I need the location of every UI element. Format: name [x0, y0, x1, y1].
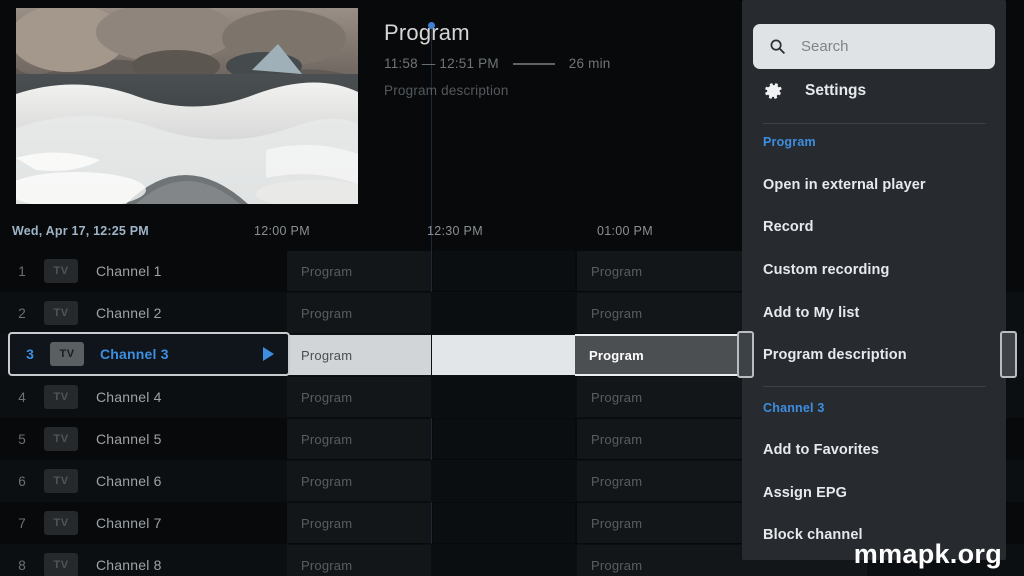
rapids-image: [16, 8, 358, 204]
channel-logo-icon: TV: [44, 427, 78, 451]
menu-item-label: Settings: [805, 82, 867, 99]
watermark: mmapk.org: [853, 539, 1002, 569]
program-meta: 11:58 — 12:51 PM 26 min: [384, 56, 724, 71]
program-cell[interactable]: [433, 461, 575, 501]
search-placeholder: Search: [801, 38, 849, 55]
video-preview[interactable]: [16, 8, 358, 204]
program-cell-playing-next[interactable]: [432, 335, 575, 375]
meta-separator-line: [512, 62, 555, 65]
current-date-label: Wed, Apr 17, 12:25 PM: [12, 224, 149, 238]
program-cell[interactable]: [433, 545, 575, 576]
program-time-range: 11:58 — 12:51 PM: [384, 56, 499, 71]
channel-logo-icon: TV: [44, 385, 78, 409]
menu-item-assign-epg[interactable]: Assign EPG: [763, 485, 847, 501]
program-cell[interactable]: [433, 293, 575, 333]
channel-logo-icon: TV: [44, 301, 78, 325]
menu-item-add-to-my-list[interactable]: Add to My list: [763, 305, 859, 321]
program-title: Program: [384, 20, 470, 45]
search-icon: [770, 39, 785, 54]
menu-item-add-to-favorites[interactable]: Add to Favorites: [763, 442, 879, 458]
time-tick: 01:00 PM: [597, 224, 653, 238]
channel-logo-icon: TV: [44, 259, 78, 283]
channel-number: 6: [18, 473, 26, 489]
menu-divider: [763, 386, 986, 387]
channel-logo-icon: TV: [44, 511, 78, 535]
channel-number: 5: [18, 431, 26, 447]
channel-logo-icon: TV: [44, 553, 78, 576]
gear-icon: [765, 83, 782, 99]
program-cell-playing[interactable]: Program: [287, 335, 431, 375]
channel-number: 1: [18, 263, 26, 279]
channel-number: 8: [18, 557, 26, 573]
context-menu-panel: Search Settings Program Open in external…: [742, 0, 1006, 560]
program-cell[interactable]: [433, 419, 575, 459]
channel-name: Channel 3: [100, 346, 169, 362]
program-cell[interactable]: Program: [287, 377, 431, 417]
program-cell[interactable]: Program: [287, 293, 431, 333]
menu-section-header-channel: Channel 3: [763, 401, 825, 415]
search-input[interactable]: Search: [753, 24, 995, 69]
program-cell[interactable]: [433, 503, 575, 543]
program-cell[interactable]: Program: [287, 251, 431, 291]
menu-item-custom-recording[interactable]: Custom recording: [763, 262, 889, 278]
program-cell[interactable]: Program: [287, 545, 431, 576]
program-cell[interactable]: Program: [287, 503, 431, 543]
time-tick: 12:30 PM: [427, 224, 483, 238]
channel-number: 3: [26, 346, 34, 362]
menu-item-block-channel[interactable]: Block channel: [763, 527, 863, 543]
menu-divider: [763, 123, 986, 124]
epg-screen: Program 11:58 — 12:51 PM 26 min Program …: [0, 0, 1024, 576]
channel-number: 7: [18, 515, 26, 531]
program-cell[interactable]: [433, 251, 575, 291]
menu-item-program-description[interactable]: Program description: [763, 347, 907, 363]
channel-logo-icon: TV: [44, 469, 78, 493]
scrollbar-handle-left[interactable]: [737, 331, 754, 378]
program-duration: 26 min: [568, 56, 611, 71]
scrollbar-handle-right[interactable]: [1000, 331, 1017, 378]
program-details: Program 11:58 — 12:51 PM 26 min Program …: [384, 20, 724, 98]
program-description: Program description: [384, 83, 509, 98]
play-icon[interactable]: [263, 347, 274, 361]
menu-item-open-external-player[interactable]: Open in external player: [763, 177, 926, 193]
time-tick: 12:00 PM: [254, 224, 310, 238]
program-cell[interactable]: [433, 377, 575, 417]
program-cell[interactable]: Program: [287, 461, 431, 501]
selected-channel-row[interactable]: 3 TV Channel 3: [8, 332, 290, 376]
menu-item-record[interactable]: Record: [763, 219, 814, 235]
menu-item-settings[interactable]: Settings: [764, 76, 866, 106]
channel-number: 4: [18, 389, 26, 405]
menu-section-header-program: Program: [763, 135, 816, 149]
channel-logo-icon: TV: [50, 342, 84, 366]
channel-number: 2: [18, 305, 26, 321]
program-cell[interactable]: Program: [287, 419, 431, 459]
